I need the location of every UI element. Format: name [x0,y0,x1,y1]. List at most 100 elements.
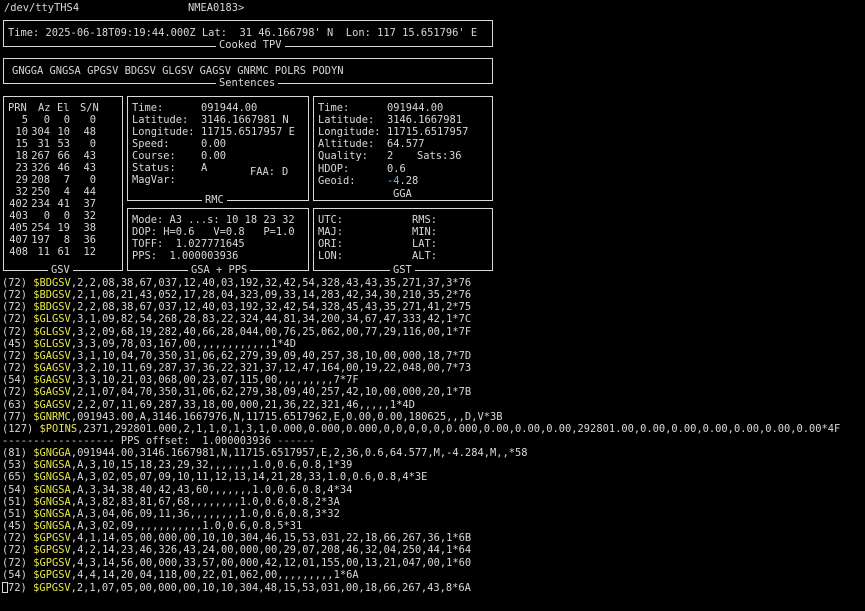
log-length: (65) [2,471,34,484]
log-sentence-id: $GLGSV [33,313,71,326]
log-line: (54) $GNGSA,A,3,34,38,40,42,43,60,,,,,,,… [2,483,353,496]
gst-label: LON: [318,250,344,262]
gsv-header-sn: S/N [80,102,99,114]
gga-time-label: Time: [318,102,350,114]
gga-alt-label: Altitude: [318,138,375,150]
log-fields: ,3,2,09,68,19,282,40,66,28,044,00,76,25,… [70,325,472,338]
pps-dash-tail: ------ [277,435,315,447]
gga-geoid-sign: -4 [387,175,400,187]
log-fields: ,2,2,07,11,69,287,33,18,00,000,21,36,22,… [70,398,415,411]
log-fields: ,A,3,02,09,,,,,,,,,,,1.0,0.6,0.8,5*31 [70,520,303,532]
rmc-label: Status: [132,162,176,174]
gst-label: ORI: [318,238,344,250]
log-sentence-id: $BDGSV [33,289,71,302]
sentences-line: GNGGA GNGSA GPGSV BDGSV GLGSV GAGSV GNRM… [12,65,344,77]
log-fields: ,2,1,07,04,70,350,31,06,62,279,38,09,40,… [70,386,472,399]
log-sentence-id: $GPGSV [33,532,71,545]
log-sentence-id: $GLGSV [33,337,71,350]
log-fields: ,A,3,34,38,40,42,43,60,,,,,,,1.0,0.6,0.8… [70,483,353,496]
gsv-cell: 4 [63,186,70,198]
sentences-title: Sentences [216,77,279,90]
log-length: (51) [2,495,34,508]
log-line: (72) $GAGSV,3,1,10,04,70,350,31,06,62,27… [2,349,472,362]
log-line: (54) $GPGSV,4,4,14,20,04,118,00,22,01,06… [2,568,359,581]
log-fields: ,A,3,02,05,07,09,10,11,12,13,14,21,28,33… [70,471,428,484]
gsv-cell: 0 [89,174,96,186]
log-sentence-id: $BDGSV [33,301,71,314]
log-length: (77) [2,410,34,423]
log-length: (72) [2,362,34,375]
gsv-cell: 36 [83,234,96,246]
log-length: (72) [2,301,34,314]
gsv-cell: 8 [63,234,70,246]
gsv-header-az: Az [38,102,51,114]
gsv-cell: 66 [57,150,70,162]
gsv-cell: 0 [63,114,70,126]
log-sentence-id: $GNGGA [33,447,71,460]
log-line: (72) $GPGSV,4,2,14,23,46,326,43,24,00,00… [2,545,471,556]
gsv-header-prn: PRN [8,102,27,114]
log-line: (72) $BDGSV,2,1,08,21,43,052,17,28,04,32… [2,289,472,302]
rmc-label: Course: [132,150,176,162]
gga-alt-value: 64.577 [387,138,425,150]
log-sentence-id: $GNRMC [33,410,71,423]
gsv-cell: 61 [57,246,70,258]
pps-label: PPS offset: 1.000003936 [114,435,278,447]
rmc-label: Latitude: [132,114,189,126]
log-fields: ,4,1,14,05,00,000,00,10,10,304,46,15,53,… [70,532,472,545]
log-sentence-id: $GPGSV [33,581,71,594]
gsv-cell: 44 [83,186,96,198]
log-fields: ,3,2,10,11,69,287,37,36,22,321,37,12,47,… [70,362,472,375]
log-fields: ,3,3,10,21,03,068,00,23,07,115,00,,,,,,,… [70,374,359,387]
gst-label: LAT: [412,238,438,250]
log-fields: ,4,2,14,23,46,326,43,24,00,000,00,29,07,… [70,544,472,557]
log-sentence-id: $GNGSA [33,495,71,508]
log-line: (45) $GNGSA,A,3,02,09,,,,,,,,,,,1.0,0.6,… [2,520,303,532]
gsv-cell: 0 [89,114,96,126]
gga-lat-label: Latitude: [318,114,375,126]
log-line: (45) $GLGSV,3,3,09,78,03,167,00,,,,,,,,,… [2,337,296,350]
gsv-header-el: El [57,102,70,114]
log-length: (72) [2,556,34,569]
log-fields: ,3,1,09,82,54,268,28,83,22,324,44,81,34,… [70,313,472,326]
gga-lon-label: Longitude: [318,126,381,138]
gsa-line: Mode: A3 ...s: 10 18 23 32 [132,214,295,226]
rmc-value: 0.00 [201,150,227,162]
rmc-value: 0.00 [201,138,227,150]
gga-lat-value: 3146.1667981 [387,114,463,126]
log-length: (127) [2,422,40,435]
log-length: (72) [2,289,34,302]
gga-time-value: 091944.00 [387,102,444,114]
log-fields: ,A,3,10,15,18,23,29,32,,,,,,,1.0,0.6,0.8… [70,459,353,472]
rmc-label: Speed: [132,138,170,150]
gst-label: ALT: [412,250,438,262]
log-sentence-id: $BDGSV [33,277,71,289]
log-sentence-id: $GPGSV [33,544,71,557]
pps-offset-line: ------------------ PPS offset: 1.0000039… [2,435,315,447]
log-line: (72) $BDGSV,2,2,08,38,67,037,12,40,03,19… [2,302,471,313]
log-line: (81) $GNGGA,091944.00,3146.1667981,N,117… [2,447,528,460]
gsv-cell: 0 [63,210,70,222]
log-sentence-id: $GNGSA [33,520,71,532]
rmc-title: RMC [202,194,227,207]
log-fields: ,2,1,08,21,43,052,17,28,04,323,09,33,14,… [70,289,472,302]
log-line: (63) $GAGSV,2,2,07,11,69,287,33,18,00,00… [2,398,415,411]
log-length: (72) [2,325,34,338]
rmc-label: MagVar: [132,174,176,186]
gsv-cell: 12 [83,246,96,258]
log-length: (72) [2,349,34,362]
log-fields: ,3,1,10,04,70,350,31,06,62,279,39,09,40,… [70,349,472,362]
log-length: (72) [2,544,34,557]
log-fields: ,091944.00,3146.1667981,N,11715.6517957,… [70,447,528,460]
log-sentence-id: $GPGSV [33,568,71,581]
log-sentence-id: $POINS [39,422,78,435]
protocol-label: NMEA0183> [188,2,245,14]
log-line: (72) $GLGSV,3,1,09,82,54,268,28,83,22,32… [2,314,471,325]
log-length: (54) [2,374,34,387]
gga-geoid-rest: .28 [399,175,419,187]
log-sentence-id: $GAGSV [33,374,71,387]
log-length: (81) [2,447,34,460]
rmc-faa-value: D [282,166,289,178]
gsa-title: GSA + PPS [188,264,251,277]
log-line: (65) $GNGSA,A,3,02,05,07,09,10,11,12,13,… [2,472,427,483]
